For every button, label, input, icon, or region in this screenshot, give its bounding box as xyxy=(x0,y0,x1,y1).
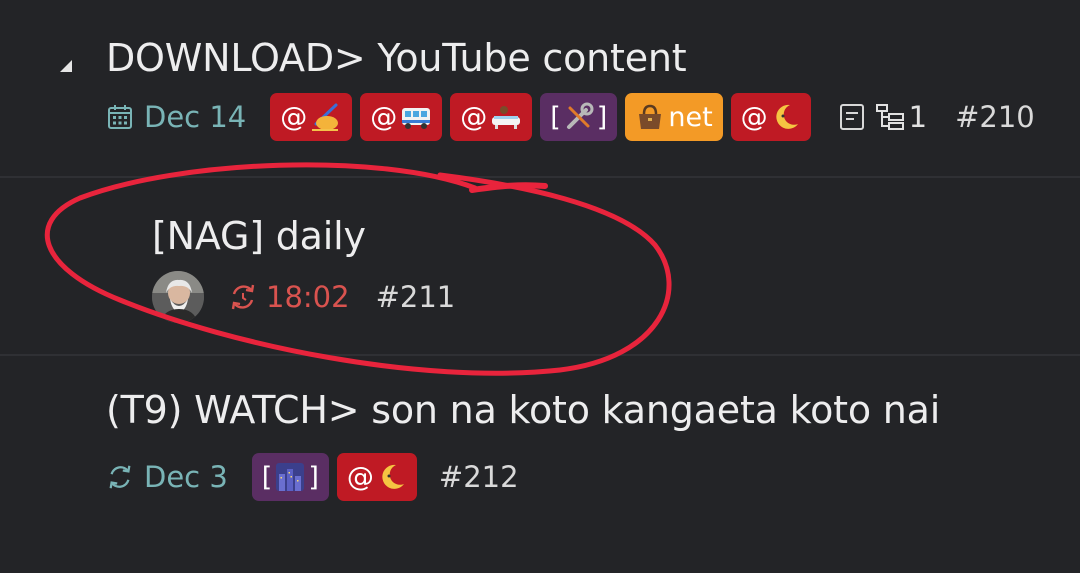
night-city-emoji-icon xyxy=(276,463,305,491)
task-title[interactable]: [NAG] daily xyxy=(152,214,366,258)
crescent-moon-emoji-icon xyxy=(775,104,798,129)
task-meta: 18:02 #211 xyxy=(152,271,456,323)
repeat-icon xyxy=(109,465,131,489)
subtasks-tree-icon xyxy=(875,104,904,130)
context-tag-writing[interactable]: @ xyxy=(270,93,353,141)
task-id: #211 xyxy=(375,280,456,314)
due-date-text: Dec 14 xyxy=(144,100,247,134)
handbag-emoji-icon xyxy=(639,104,662,129)
due-date[interactable]: Dec 14 xyxy=(106,100,246,134)
recurring-date-text: Dec 3 xyxy=(144,460,228,494)
bathtub-emoji-icon xyxy=(492,106,521,129)
collapse-triangle-icon[interactable] xyxy=(58,58,74,74)
tools-emoji-icon xyxy=(566,102,594,129)
task-id: #212 xyxy=(438,460,519,494)
crescent-moon-emoji-icon xyxy=(382,464,404,489)
label-tag-net[interactable]: net xyxy=(625,93,723,141)
project-tag-night-city[interactable]: [ ] xyxy=(251,453,329,501)
context-tag-night[interactable]: @ xyxy=(730,93,811,141)
context-tag-night[interactable]: @ xyxy=(336,453,417,501)
task-meta: Dec 14 @ @ @ [] net @ 1 #210 xyxy=(106,92,1035,142)
task-title[interactable]: (T9) WATCH> son na koto kangaeta koto na… xyxy=(106,388,940,432)
context-tag-bath[interactable]: @ xyxy=(450,93,533,141)
repeat-icon xyxy=(231,284,255,310)
notes-icon[interactable] xyxy=(839,103,865,131)
task-item[interactable]: [NAG] daily 18:02 #211 xyxy=(0,176,1080,354)
context-tag-bus[interactable]: @ xyxy=(360,93,443,141)
recurring-time[interactable]: 18:02 xyxy=(228,280,350,314)
task-item[interactable]: (T9) WATCH> son na koto kangaeta koto na… xyxy=(0,354,1080,530)
recurring-date[interactable]: Dec 3 xyxy=(106,460,228,494)
project-tag-tools[interactable]: [ ] xyxy=(540,93,618,141)
bus-emoji-icon xyxy=(402,108,431,129)
subtask-count[interactable]: 1 xyxy=(875,100,927,134)
task-item[interactable]: DOWNLOAD> YouTube content Dec 14 @ @ @ [… xyxy=(0,0,1080,176)
task-meta: Dec 3 [ ] @ #212 xyxy=(106,452,519,502)
task-id: #210 xyxy=(955,100,1035,134)
task-title[interactable]: DOWNLOAD> YouTube content xyxy=(106,36,687,80)
writing-hand-emoji-icon xyxy=(312,103,339,131)
assignee-avatar[interactable] xyxy=(152,271,204,323)
calendar-icon xyxy=(108,105,132,129)
